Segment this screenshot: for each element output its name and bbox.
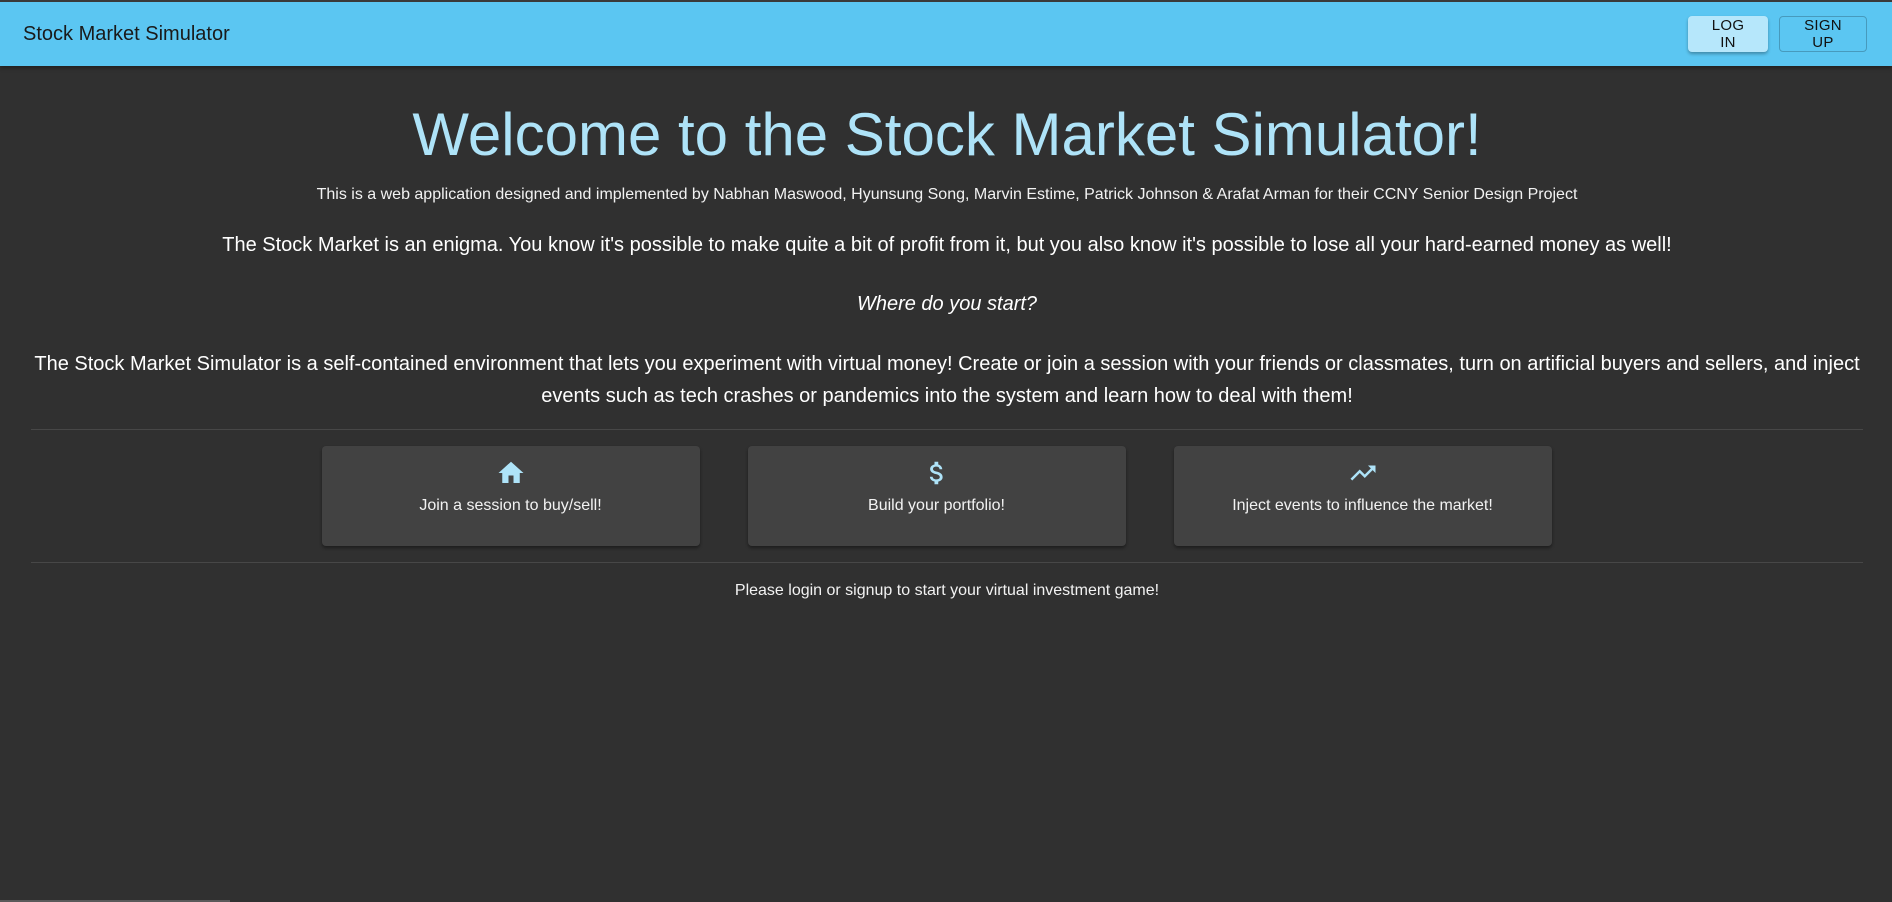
signup-button[interactable]: SIGN UP bbox=[1779, 16, 1867, 52]
divider bbox=[31, 429, 1863, 430]
trending-up-icon bbox=[1347, 458, 1379, 488]
home-icon bbox=[496, 458, 526, 488]
dollar-icon bbox=[922, 458, 952, 488]
app-bar: Stock Market Simulator LOG IN SIGN UP bbox=[0, 0, 1892, 66]
feature-card-join-session[interactable]: Join a session to buy/sell! bbox=[321, 446, 700, 546]
feature-card-label: Join a session to buy/sell! bbox=[419, 497, 602, 514]
feature-cards: Join a session to buy/sell! Build your p… bbox=[10, 446, 1863, 546]
feature-card-label: Build your portfolio! bbox=[868, 497, 1005, 514]
feature-card-portfolio[interactable]: Build your portfolio! bbox=[747, 446, 1126, 546]
app-title[interactable]: Stock Market Simulator bbox=[23, 23, 230, 46]
call-to-action-text: Please login or signup to start your vir… bbox=[734, 582, 1160, 599]
description-text: The Stock Market Simulator is a self-con… bbox=[34, 353, 1860, 407]
login-button[interactable]: LOG IN bbox=[1688, 16, 1768, 52]
intro-text: The Stock Market is an enigma. You know … bbox=[222, 234, 1672, 256]
divider bbox=[31, 562, 1863, 563]
feature-card-inject-events[interactable]: Inject events to influence the market! bbox=[1173, 446, 1552, 546]
welcome-heading: Welcome to the Stock Market Simulator! bbox=[412, 101, 1482, 168]
credits-text: This is a web application designed and i… bbox=[316, 186, 1578, 203]
feature-card-label: Inject events to influence the market! bbox=[1232, 497, 1493, 514]
auth-buttons: LOG IN SIGN UP bbox=[1688, 16, 1867, 52]
main-content: Welcome to the Stock Market Simulator! T… bbox=[31, 66, 1863, 600]
question-text: Where do you start? bbox=[856, 293, 1038, 315]
